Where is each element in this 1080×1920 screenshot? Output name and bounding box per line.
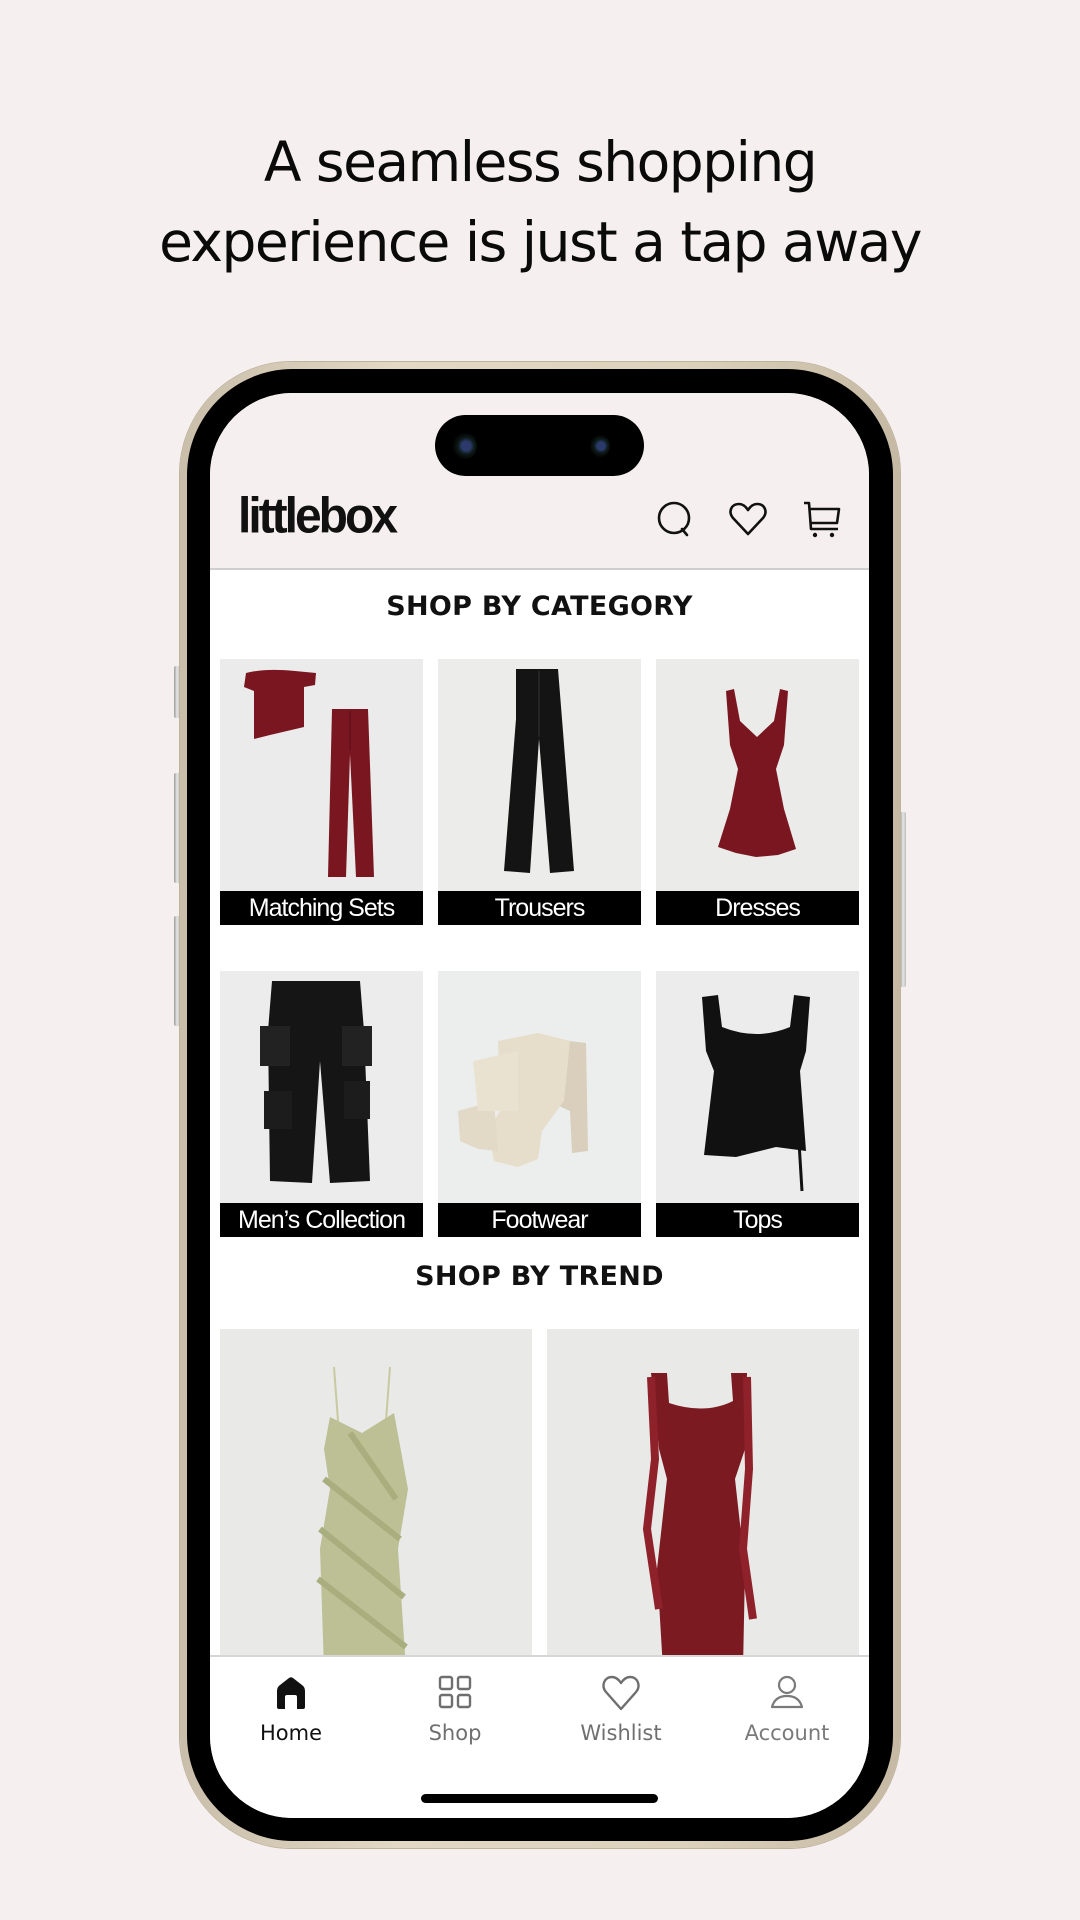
shop-by-trend-title: SHOP BY TREND	[415, 1261, 664, 1292]
nav-shop[interactable]: Shop	[380, 1657, 530, 1767]
headline: A seamless shopping experience is just a…	[0, 122, 1080, 282]
nav-account[interactable]: Account	[712, 1657, 862, 1767]
headline-line-1: A seamless shopping	[263, 130, 818, 194]
nav-label: Shop	[428, 1721, 482, 1745]
phone-screen: littlebox SHOP BY CATEGORY Matching Sets	[210, 393, 869, 1818]
camera-lens-icon	[453, 433, 477, 459]
sage-dress-image	[316, 1366, 408, 1669]
footwear-image	[458, 1033, 588, 1167]
app-logo[interactable]: littlebox	[238, 491, 398, 542]
user-icon	[770, 1675, 804, 1709]
nav-wishlist[interactable]: Wishlist	[546, 1657, 696, 1767]
category-tile-matching-sets[interactable]: Matching Sets	[220, 659, 423, 925]
category-label: Trousers	[438, 891, 641, 925]
heart-icon	[602, 1675, 640, 1711]
sensor-icon	[590, 435, 610, 457]
burgundy-gown-image	[642, 1373, 757, 1669]
category-label: Footwear	[438, 1203, 641, 1237]
category-tile-trousers[interactable]: Trousers	[438, 659, 641, 925]
shop-by-category-title: SHOP BY CATEGORY	[386, 591, 693, 622]
mens-collection-image	[260, 981, 372, 1183]
category-tile-dresses[interactable]: Dresses	[656, 659, 859, 925]
grid-icon	[438, 1675, 472, 1709]
dynamic-island	[435, 415, 644, 476]
trend-tile-burgundy-gown[interactable]	[547, 1329, 859, 1669]
trousers-image	[504, 669, 574, 873]
category-label: Tops	[656, 1203, 859, 1237]
home-indicator[interactable]	[421, 1794, 658, 1803]
home-icon	[277, 1677, 305, 1709]
nav-home[interactable]: Home	[216, 1657, 366, 1767]
category-tile-mens-collection[interactable]: Men’s Collection	[220, 971, 423, 1237]
tops-image	[702, 995, 810, 1192]
category-label: Matching Sets	[220, 891, 423, 925]
dresses-image	[718, 689, 796, 857]
nav-label: Home	[259, 1721, 322, 1745]
trend-tile-sage-dress[interactable]	[220, 1329, 532, 1669]
search-icon[interactable]	[655, 499, 695, 539]
category-label: Men’s Collection	[220, 1203, 423, 1237]
cart-icon[interactable]	[802, 499, 842, 539]
category-tile-tops[interactable]: Tops	[656, 971, 859, 1237]
headline-line-2: experience is just a tap away	[159, 210, 922, 274]
category-tile-footwear[interactable]: Footwear	[438, 971, 641, 1237]
category-label: Dresses	[656, 891, 859, 925]
nav-label: Account	[744, 1721, 830, 1745]
matching-sets-image	[244, 669, 374, 877]
power-button	[900, 812, 906, 987]
nav-label: Wishlist	[580, 1721, 662, 1745]
wishlist-heart-icon[interactable]	[728, 499, 768, 539]
